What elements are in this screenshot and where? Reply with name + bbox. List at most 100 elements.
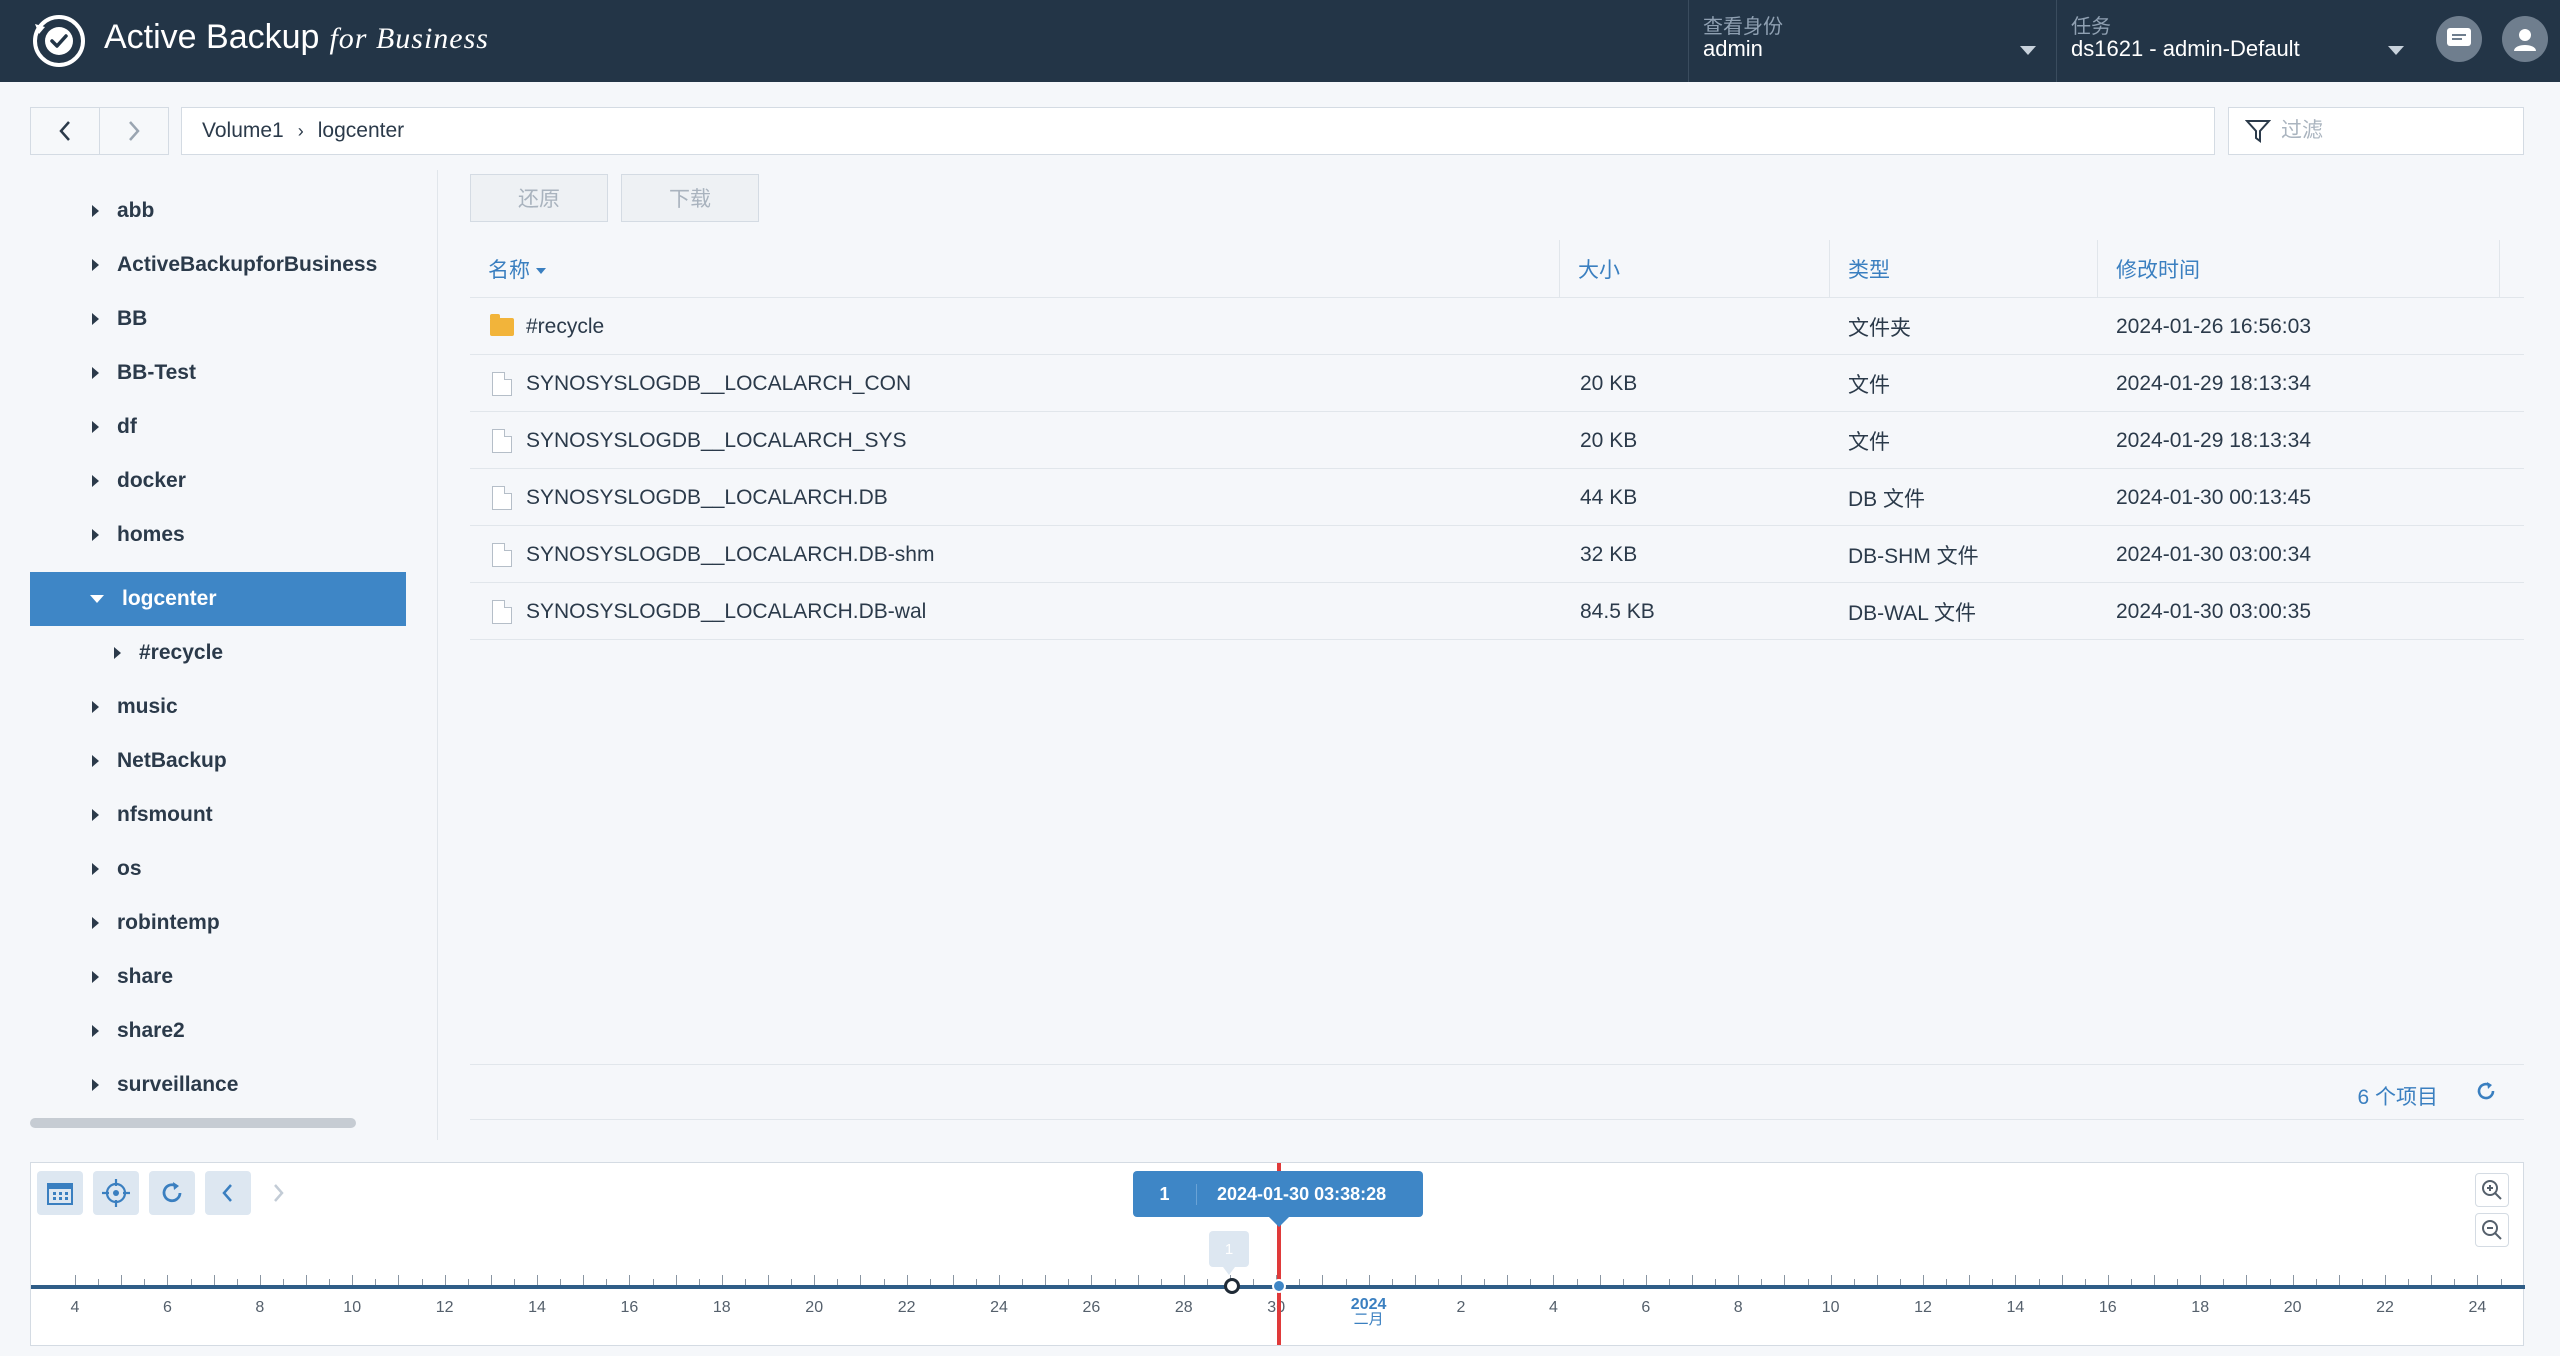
timeline-minor-tick [860, 1275, 862, 1285]
expand-arrow-icon[interactable] [92, 1079, 99, 1091]
timeline-refresh-button[interactable] [149, 1171, 195, 1215]
expand-arrow-icon[interactable] [92, 475, 99, 487]
timeline-next-button[interactable] [255, 1171, 301, 1215]
tree-item-recycle[interactable]: #recycle [30, 626, 406, 680]
calendar-button[interactable] [37, 1171, 83, 1215]
task-selector[interactable]: 任务 ds1621 - admin-Default [2056, 0, 2424, 82]
timeline-minor-tick [98, 1279, 100, 1285]
tree-item-music[interactable]: music [30, 680, 406, 734]
timeline-minor-tick [999, 1275, 1000, 1285]
timeline-minor-tick [1830, 1275, 1832, 1285]
expand-arrow-icon[interactable] [92, 917, 99, 929]
tree-item-homes[interactable]: homes [30, 508, 406, 562]
timeline-minor-tick [1345, 1279, 1347, 1285]
timeline-minor-tick [791, 1279, 793, 1285]
user-account-button[interactable] [2502, 16, 2548, 62]
timeline-minor-tick [1715, 1279, 1717, 1285]
timeline-minor-tick [1461, 1275, 1462, 1285]
expand-arrow-icon[interactable] [92, 755, 99, 767]
file-icon [492, 542, 512, 567]
table-row[interactable]: SYNOSYSLOGDB__LOCALARCH_SYS 20 KB 文件 202… [470, 412, 2524, 469]
timeline-minor-tick [213, 1275, 215, 1285]
expand-arrow-icon[interactable] [92, 701, 99, 713]
breadcrumb-item-volume1[interactable]: Volume1 [202, 119, 284, 143]
column-header-type[interactable]: 类型 [1830, 240, 2098, 298]
tree-item-os[interactable]: os [30, 842, 406, 896]
tree-item-bb-test[interactable]: BB-Test [30, 346, 406, 400]
expand-arrow-icon[interactable] [92, 529, 99, 541]
expand-arrow-icon[interactable] [92, 367, 99, 379]
timeline-minor-tick [1576, 1279, 1578, 1285]
tree-item-share[interactable]: share [30, 950, 406, 1004]
breadcrumb-item-logcenter[interactable]: logcenter [318, 119, 404, 143]
timeline-minor-tick [1068, 1279, 1070, 1285]
expand-arrow-icon[interactable] [92, 313, 99, 325]
tree-item-bb[interactable]: BB [30, 292, 406, 346]
table-row[interactable]: SYNOSYSLOGDB__LOCALARCH.DB-wal 84.5 KB D… [470, 583, 2524, 640]
tree-item-docker[interactable]: docker [30, 454, 406, 508]
filter-box[interactable] [2228, 107, 2524, 155]
back-button[interactable] [30, 107, 100, 155]
expand-arrow-icon[interactable] [92, 259, 99, 271]
version-marker[interactable] [1224, 1278, 1240, 1294]
tree-item-robintemp[interactable]: robintemp [30, 896, 406, 950]
tree-item-surveillance[interactable]: surveillance [30, 1058, 406, 1112]
timeline-minor-tick [1322, 1275, 1324, 1285]
tree-item-activebackupforbusiness[interactable]: ActiveBackupforBusiness [30, 238, 406, 292]
download-button[interactable]: 下载 [621, 174, 759, 222]
tree-item-share2[interactable]: share2 [30, 1004, 406, 1058]
column-header-name[interactable]: 名称 [470, 240, 1560, 298]
refresh-icon[interactable] [2474, 1079, 2498, 1103]
crosshair-icon [102, 1179, 130, 1207]
timeline-prev-button[interactable] [205, 1171, 251, 1215]
filter-input[interactable] [2281, 119, 2511, 143]
collapse-arrow-icon[interactable] [90, 595, 104, 603]
expand-arrow-icon[interactable] [92, 809, 99, 821]
selected-version-marker[interactable] [1272, 1279, 1286, 1293]
timeline-minor-tick [1969, 1275, 1971, 1285]
tree-item-abb[interactable]: abb [30, 184, 406, 238]
tree-item-df[interactable]: df [30, 400, 406, 454]
table-row[interactable]: SYNOSYSLOGDB__LOCALARCH.DB 44 KB DB 文件 2… [470, 469, 2524, 526]
task-label: 任务 [2071, 16, 2111, 38]
table-row[interactable]: SYNOSYSLOGDB__LOCALARCH_CON 20 KB 文件 202… [470, 355, 2524, 412]
version-timeline[interactable]: 46810121416182022242628302024二月246810121… [30, 1162, 2525, 1346]
version-count-bubble[interactable]: 1 [1209, 1231, 1249, 1275]
column-header-modified[interactable]: 修改时间 [2098, 240, 2500, 298]
expand-arrow-icon[interactable] [92, 1025, 99, 1037]
timeline-minor-tick [1206, 1279, 1208, 1285]
expand-arrow-icon[interactable] [92, 205, 99, 217]
timeline-minor-tick [1853, 1279, 1855, 1285]
timeline-minor-tick [1738, 1275, 1740, 1285]
restore-button[interactable]: 还原 [470, 174, 608, 222]
expand-arrow-icon[interactable] [92, 971, 99, 983]
timeline-minor-tick [2061, 1275, 2063, 1285]
active-backup-logo-icon [33, 15, 85, 67]
zoom-out-button[interactable] [2475, 1213, 2509, 1247]
timeline-minor-tick [375, 1279, 377, 1285]
view-as-selector[interactable]: 查看身份 admin [1688, 0, 2056, 82]
forward-button[interactable] [99, 107, 169, 155]
table-row[interactable]: #recycle 文件夹 2024-01-26 16:56:03 [470, 298, 2524, 355]
expand-arrow-icon[interactable] [92, 863, 99, 875]
timeline-tick-label: 2 [1456, 1299, 1466, 1316]
notifications-button[interactable] [2436, 16, 2482, 62]
timeline-minor-tick [1045, 1275, 1047, 1285]
sidebar-horizontal-scrollbar[interactable] [30, 1118, 356, 1128]
file-name: SYNOSYSLOGDB__LOCALARCH.DB-wal [526, 599, 927, 623]
expand-arrow-icon[interactable] [92, 421, 99, 433]
timeline-minor-tick [1622, 1279, 1624, 1285]
table-row[interactable]: SYNOSYSLOGDB__LOCALARCH.DB-shm 32 KB DB-… [470, 526, 2524, 583]
expand-arrow-icon[interactable] [114, 647, 121, 659]
tree-item-netbackup[interactable]: NetBackup [30, 734, 406, 788]
column-header-size[interactable]: 大小 [1560, 240, 1830, 298]
file-name: #recycle [526, 314, 605, 338]
tree-item-nfsmount[interactable]: nfsmount [30, 788, 406, 842]
timeline-tick-label: 18 [712, 1299, 731, 1316]
zoom-in-button[interactable] [2475, 1173, 2509, 1207]
breadcrumb: Volume1 › logcenter [181, 107, 2215, 155]
locate-current-button[interactable] [93, 1171, 139, 1215]
timeline-minor-tick [2431, 1275, 2433, 1285]
timeline-minor-tick [652, 1279, 654, 1285]
tree-item-logcenter[interactable]: logcenter [30, 572, 406, 626]
